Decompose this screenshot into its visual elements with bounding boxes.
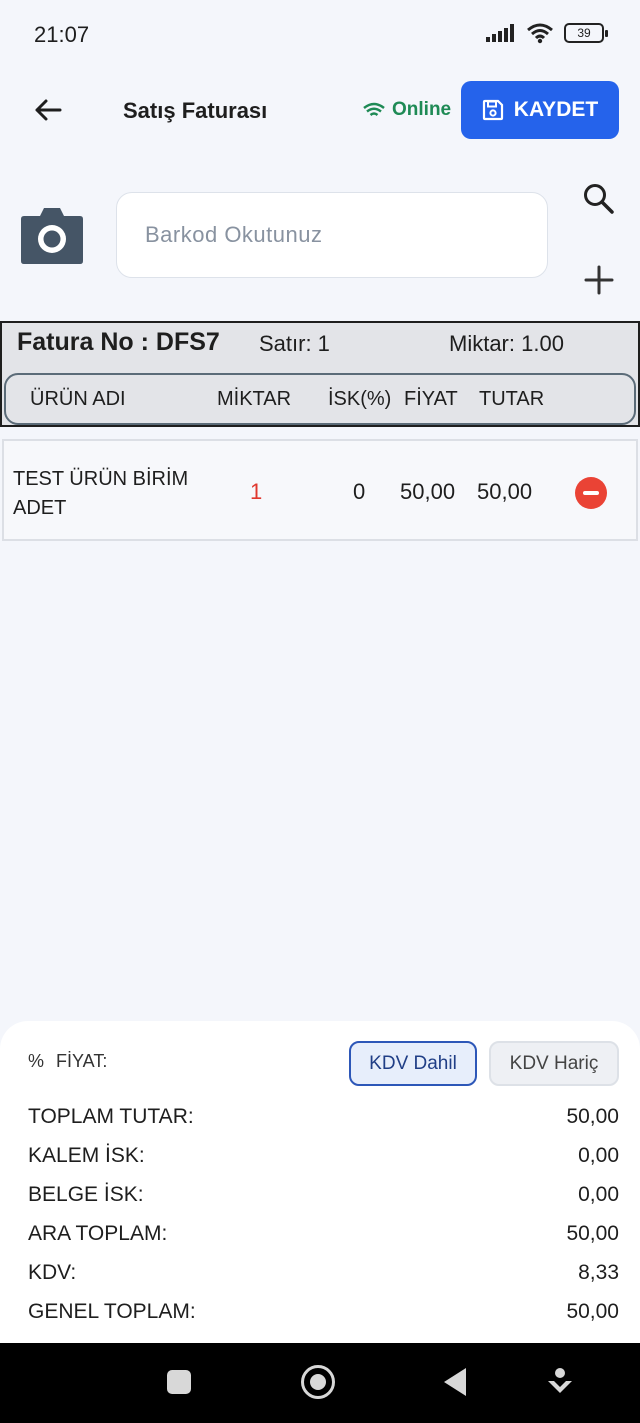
signal-icon <box>486 24 514 42</box>
item-discount: 0 <box>353 479 366 504</box>
save-icon <box>482 99 503 121</box>
summary-label: KDV: <box>28 1261 77 1284</box>
invoice-number: Fatura No : DFS7 <box>17 328 220 356</box>
back-button[interactable] <box>28 90 68 130</box>
summary-value: 0,00 <box>578 1183 619 1206</box>
accessibility-icon[interactable] <box>546 1367 574 1397</box>
save-label: KAYDET <box>513 98 599 121</box>
summary-label: BELGE İSK: <box>28 1183 144 1206</box>
kdv-included-button[interactable]: KDV Dahil <box>349 1041 477 1086</box>
col-product: ÜRÜN ADI <box>30 388 126 410</box>
col-price: FİYAT <box>404 388 458 410</box>
wifi-status-icon <box>527 23 553 44</box>
summary-row-document-discount: BELGE İSK: 0,00 <box>28 1183 619 1207</box>
summary-label: ARA TOPLAM: <box>28 1222 168 1245</box>
invoice-header: Fatura No : DFS7 Satır: 1 Miktar: 1.00 Ü… <box>0 321 640 427</box>
remove-item-button[interactable] <box>575 477 607 509</box>
wifi-icon <box>363 102 385 116</box>
item-quantity[interactable]: 1 <box>250 479 262 505</box>
summary-value: 50,00 <box>566 1105 619 1128</box>
summary-row-total: TOPLAM TUTAR: 50,00 <box>28 1105 619 1129</box>
online-status: Online <box>362 99 451 121</box>
back-arrow-icon <box>35 99 62 121</box>
home-button[interactable] <box>301 1365 335 1399</box>
item-price: 50,00 <box>400 479 456 504</box>
summary-row-subtotal: ARA TOPLAM: 50,00 <box>28 1222 619 1246</box>
table-row[interactable]: TEST ÜRÜN BİRİM ADET 1 0 50,00 50,00 <box>2 439 638 541</box>
price-label: FİYAT: <box>56 1051 108 1071</box>
kdv-excluded-button[interactable]: KDV Hariç <box>489 1041 619 1086</box>
summary-panel: % FİYAT: KDV Dahil KDV Hariç TOPLAM TUTA… <box>0 1021 640 1343</box>
col-discount: İSK(%) <box>328 388 392 410</box>
summary-label: KALEM İSK: <box>28 1144 145 1167</box>
summary-value: 0,00 <box>578 1144 619 1167</box>
summary-row-grand-total: GENEL TOPLAM: 50,00 <box>28 1300 619 1324</box>
summary-label: TOPLAM TUTAR: <box>28 1105 194 1128</box>
page-title: Satış Faturası <box>123 98 268 123</box>
invoice-row-count: Satır: 1 <box>259 331 330 356</box>
percent-icon: % <box>28 1051 45 1071</box>
status-time: 21:07 <box>34 22 90 47</box>
search-icon <box>584 184 614 214</box>
invoice-quantity: Miktar: 1.00 <box>449 331 564 356</box>
app-bar: Satış Faturası Online KAYDET <box>0 70 640 150</box>
status-bar: 21:07 39 <box>0 0 640 70</box>
recent-apps-button[interactable] <box>167 1370 191 1394</box>
add-button[interactable] <box>582 263 616 297</box>
column-header: ÜRÜN ADI MİKTAR İSK(%) FİYAT TUTAR <box>4 373 636 425</box>
price-mode-label: % FİYAT: <box>28 1051 107 1072</box>
summary-row-item-discount: KALEM İSK: 0,00 <box>28 1144 619 1168</box>
save-button[interactable]: KAYDET <box>461 81 619 139</box>
system-nav-bar <box>0 1343 640 1423</box>
battery-indicator: 39 <box>564 23 608 43</box>
summary-row-vat: KDV: 8,33 <box>28 1261 619 1285</box>
barcode-input[interactable] <box>116 192 548 278</box>
item-total: 50,00 <box>477 479 533 504</box>
item-name: TEST ÜRÜN BİRİM ADET <box>13 468 189 519</box>
search-button[interactable] <box>582 182 616 216</box>
summary-value: 8,33 <box>578 1261 619 1284</box>
summary-value: 50,00 <box>566 1222 619 1245</box>
col-quantity: MİKTAR <box>217 388 292 410</box>
summary-value: 50,00 <box>566 1300 619 1323</box>
summary-label: GENEL TOPLAM: <box>28 1300 196 1323</box>
system-back-button[interactable] <box>444 1368 466 1396</box>
camera-icon <box>21 208 83 264</box>
col-total: TUTAR <box>479 388 545 410</box>
status-icons: 39 <box>486 22 608 44</box>
camera-button[interactable] <box>20 206 84 264</box>
online-label: Online <box>392 99 452 120</box>
plus-icon <box>584 265 614 295</box>
